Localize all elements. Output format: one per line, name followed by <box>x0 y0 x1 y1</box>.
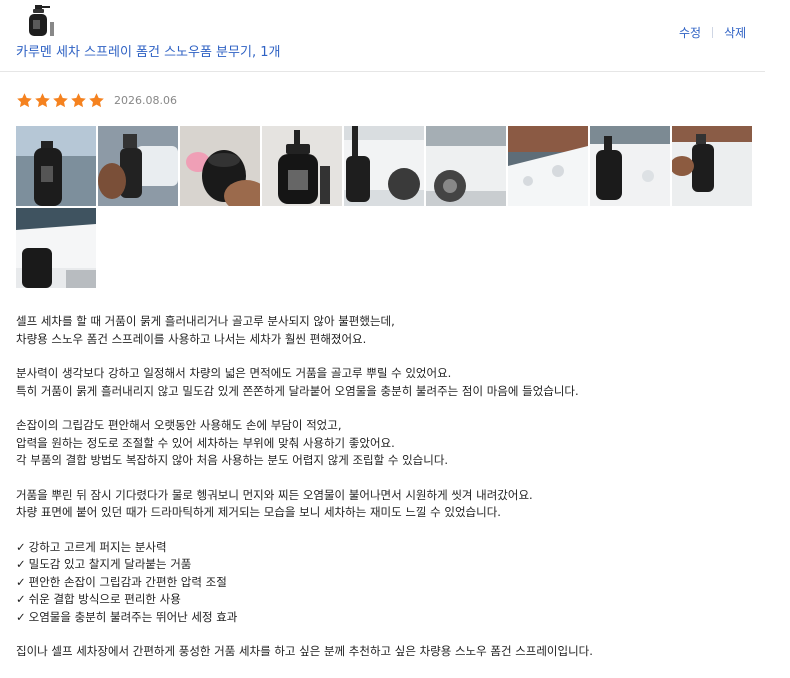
check-icon: ✓ <box>16 539 26 554</box>
star-icon <box>71 93 86 108</box>
check-icon: ✓ <box>16 609 26 624</box>
checklist-item: ✓ 밀도감 있고 찰지게 달라붙는 거품 <box>16 557 192 571</box>
check-icon: ✓ <box>16 574 26 589</box>
foam-sprayer-icon <box>20 2 56 38</box>
product-title[interactable]: 카루멘 세차 스프레이 폼건 스노우폼 분무기, 1개 <box>16 41 280 60</box>
review-date: 2026.08.06 <box>114 94 177 107</box>
review-line: 각 부품의 결합 방법도 복잡하지 않아 처음 사용하는 분도 어렵지 않게 조… <box>16 453 449 467</box>
review-photo[interactable] <box>672 126 752 206</box>
star-icon <box>17 93 32 108</box>
review-photo[interactable] <box>508 126 588 206</box>
product-header: 카루멘 세차 스프레이 폼건 스노우폼 분무기, 1개 수정 삭제 <box>0 0 765 72</box>
review-photo[interactable] <box>16 126 96 206</box>
review-line: 손잡이의 그립감도 편안해서 오랫동안 사용해도 손에 부담이 적었고, <box>16 418 342 432</box>
checklist-item: ✓ 편안한 손잡이 그립감과 간편한 압력 조절 <box>16 574 227 589</box>
review-line: 차량 표면에 붙어 있던 때가 드라마틱하게 제거되는 모습을 보니 세차하는 … <box>16 505 501 519</box>
review-line: 셀프 세차를 할 때 거품이 묽게 흘러내리거나 골고루 분사되지 않아 불편했… <box>16 314 395 328</box>
review-paragraph: 셀프 세차를 할 때 거품이 묽게 흘러내리거나 골고루 분사되지 않아 불편했… <box>16 313 756 348</box>
review-paragraph: 손잡이의 그립감도 편안해서 오랫동안 사용해도 손에 부담이 적었고, 압력을… <box>16 417 756 470</box>
star-rating <box>16 92 105 109</box>
delete-button[interactable]: 삭제 <box>724 24 746 41</box>
review-photo[interactable] <box>180 126 260 206</box>
feature-checklist: ✓ 강하고 고르게 퍼지는 분사력 ✓ 밀도감 있고 찰지게 달라붙는 거품 ✓ 편안… <box>16 539 756 627</box>
review-paragraph: 거품을 뿌린 뒤 잠시 기다렸다가 물로 헹궈보니 먼지와 찌든 오염물이 불어… <box>16 487 756 522</box>
review-closing: 집이나 셀프 세차장에서 간편하게 풍성한 거품 세차를 하고 싶은 분께 추천… <box>16 644 593 658</box>
review-line: 특히 거품이 묽게 흘러내리지 않고 밀도감 있게 쫀쫀하게 달라붙어 오염물을… <box>16 383 579 398</box>
review-photo[interactable] <box>262 126 342 206</box>
check-icon: ✓ <box>16 592 26 606</box>
review-actions: 수정 삭제 <box>679 24 746 41</box>
check-icon: ✓ <box>16 557 26 571</box>
review-line: 차량용 스노우 폼건 스프레이를 사용하고 나서는 세차가 훨씬 편해졌어요. <box>16 331 367 346</box>
review-body: 셀프 세차를 할 때 거품이 묽게 흘러내리거나 골고루 분사되지 않아 불편했… <box>16 313 756 678</box>
checklist-item: ✓ 쉬운 결합 방식으로 편리한 사용 <box>16 592 181 606</box>
checklist-item: ✓ 강하고 고르게 퍼지는 분사력 <box>16 539 167 554</box>
review-line: 거품을 뿌린 뒤 잠시 기다렸다가 물로 헹궈보니 먼지와 찌든 오염물이 불어… <box>16 487 533 502</box>
review-photo[interactable] <box>426 126 506 206</box>
review-paragraph: 분사력이 생각보다 강하고 일정해서 차량의 넓은 면적에도 거품을 골고루 뿌… <box>16 365 756 400</box>
edit-button[interactable]: 수정 <box>679 24 701 41</box>
star-icon <box>53 93 68 108</box>
review-photo[interactable] <box>16 208 96 288</box>
star-icon <box>35 93 50 108</box>
review-line: 분사력이 생각보다 강하고 일정해서 차량의 넓은 면적에도 거품을 골고루 뿌… <box>16 366 452 380</box>
review-photo[interactable] <box>344 126 424 206</box>
action-divider <box>712 27 714 38</box>
star-icon <box>89 93 104 108</box>
rating-row: 2026.08.06 <box>16 92 177 109</box>
checklist-item: ✓ 오염물을 충분히 불려주는 뛰어난 세정 효과 <box>16 609 238 624</box>
review-photo[interactable] <box>98 126 178 206</box>
review-photo[interactable] <box>590 126 670 206</box>
review-line: 압력을 원하는 정도로 조절할 수 있어 세차하는 부위에 맞춰 사용하기 좋았… <box>16 435 395 450</box>
product-thumbnail[interactable] <box>20 2 56 38</box>
